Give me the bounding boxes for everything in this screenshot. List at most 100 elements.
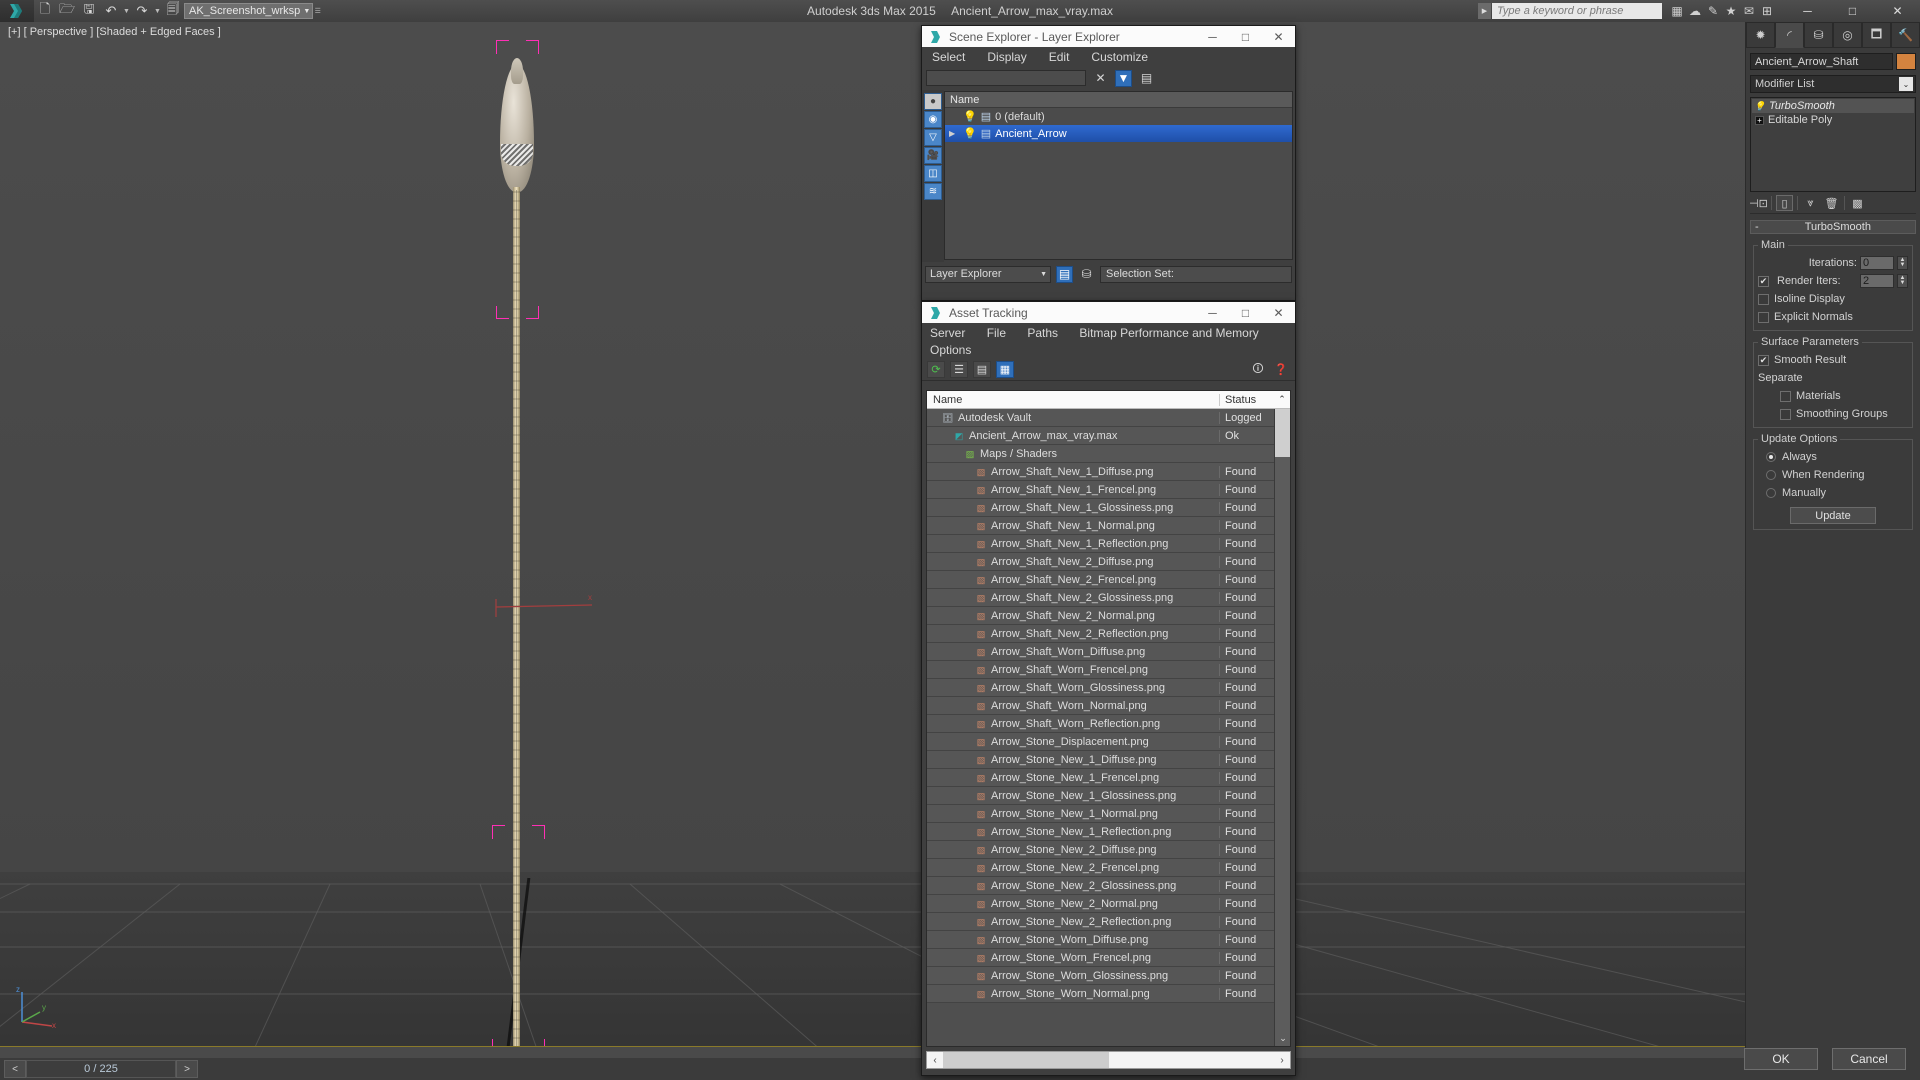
menu-edit[interactable]: Edit: [1049, 50, 1070, 64]
scrollbar-thumb[interactable]: [1275, 409, 1290, 457]
asset-table-row[interactable]: ▧ Arrow_Shaft_Worn_Normal.png Found: [927, 697, 1290, 715]
minimize-button[interactable]: ─: [1785, 0, 1830, 22]
smoothing-groups-checkbox[interactable]: [1780, 408, 1791, 420]
redo-dropdown-icon[interactable]: ▼: [153, 1, 162, 21]
ancient-arrow-model[interactable]: [480, 32, 550, 1058]
explicit-normals-row[interactable]: Explicit Normals: [1758, 309, 1908, 325]
plus-box-icon[interactable]: +: [1755, 115, 1764, 125]
column-name[interactable]: Name: [927, 394, 1219, 406]
modifier-stack[interactable]: 💡 TurboSmooth + Editable Poly: [1750, 97, 1916, 192]
rollout-collapse-icon[interactable]: -: [1755, 221, 1759, 233]
expand-arrow-icon[interactable]: ▶: [949, 129, 959, 138]
next-frame-button[interactable]: >: [176, 1060, 198, 1078]
asset-table-row[interactable]: ▧ Arrow_Shaft_New_2_Glossiness.png Found: [927, 589, 1290, 607]
workspace-icon[interactable]: ▦: [1668, 1, 1686, 21]
menu-select[interactable]: Select: [932, 50, 965, 64]
redo-icon[interactable]: ↷: [131, 1, 153, 21]
asset-table-row[interactable]: ▧ Arrow_Shaft_New_2_Reflection.png Found: [927, 625, 1290, 643]
scene-explorer-row-selected[interactable]: ▶ 💡 ▤ Ancient_Arrow: [945, 125, 1292, 142]
modifier-stack-item-editable-poly[interactable]: + Editable Poly: [1752, 113, 1914, 127]
scene-explorer-list[interactable]: Name 💡 ▤ 0 (default) ▶ 💡 ▤ Ancient_Arrow: [944, 91, 1293, 260]
asset-table-row[interactable]: ▧ Arrow_Stone_New_1_Normal.png Found: [927, 805, 1290, 823]
help-icon[interactable]: ❓: [1272, 361, 1290, 378]
prev-frame-button[interactable]: <: [4, 1060, 26, 1078]
viewport-label[interactable]: [+] [ Perspective ] [Shaded + Edged Face…: [8, 26, 221, 38]
hierarchy-tab[interactable]: ⛁: [1804, 22, 1833, 48]
rollout-header[interactable]: - TurboSmooth: [1750, 220, 1916, 234]
menu-options[interactable]: Options: [930, 343, 971, 357]
light-bulb-icon[interactable]: 💡: [1754, 101, 1765, 112]
asset-tracking-title-bar[interactable]: Asset Tracking ─ □ ✕: [922, 302, 1295, 323]
smooth-result-row[interactable]: ✔ Smooth Result: [1758, 352, 1908, 368]
asset-table-row[interactable]: ◩ Ancient_Arrow_max_vray.max Ok: [927, 427, 1290, 445]
asset-table-row[interactable]: ▧ Arrow_Stone_New_1_Diffuse.png Found: [927, 751, 1290, 769]
render-iters-checkbox[interactable]: ✔: [1758, 275, 1769, 287]
save-icon[interactable]: 🖫: [78, 1, 100, 21]
explicit-normals-checkbox[interactable]: [1758, 311, 1769, 323]
refresh-icon[interactable]: ⟳: [927, 361, 945, 378]
scroll-right-button[interactable]: ›: [1274, 1055, 1290, 1066]
hscrollbar-thumb[interactable]: [943, 1052, 1109, 1068]
radio-always[interactable]: [1766, 452, 1776, 462]
set-project-icon[interactable]: 🗐: [162, 1, 184, 21]
asset-table-row[interactable]: ▧ Arrow_Shaft_New_2_Normal.png Found: [927, 607, 1290, 625]
show-end-result-icon[interactable]: ▯: [1776, 195, 1793, 211]
update-button[interactable]: Update: [1790, 507, 1876, 524]
asset-table-row[interactable]: ▨ Maps / Shaders: [927, 445, 1290, 463]
light-bulb-icon[interactable]: 💡: [963, 110, 977, 123]
layers-icon[interactable]: ▤: [1138, 70, 1155, 87]
isoline-display-row[interactable]: Isoline Display: [1758, 291, 1908, 307]
asset-table-row[interactable]: ▧ Arrow_Stone_New_2_Glossiness.png Found: [927, 877, 1290, 895]
undo-dropdown-icon[interactable]: ▼: [122, 1, 131, 21]
asset-table-row[interactable]: ▧ Arrow_Shaft_New_2_Frencel.png Found: [927, 571, 1290, 589]
cancel-button[interactable]: Cancel: [1832, 1048, 1906, 1070]
maximize-button[interactable]: □: [1229, 26, 1262, 47]
frame-counter[interactable]: 0 / 225: [26, 1060, 176, 1078]
asset-table-row[interactable]: ▧ Arrow_Shaft_Worn_Frencel.png Found: [927, 661, 1290, 679]
shapes-filter-icon[interactable]: ◉: [924, 111, 942, 128]
update-option-manually[interactable]: Manually: [1758, 485, 1908, 501]
remove-modifier-icon[interactable]: 🗑: [1823, 195, 1840, 211]
timeline-track-bar[interactable]: [0, 1046, 1745, 1058]
help-icon[interactable]: ✎: [1704, 1, 1722, 21]
menu-paths[interactable]: Paths: [1027, 326, 1058, 340]
scroll-left-button[interactable]: ‹: [927, 1055, 943, 1066]
asset-table-row[interactable]: ▧ Arrow_Stone_New_2_Frencel.png Found: [927, 859, 1290, 877]
grid-view-icon[interactable]: ▦: [996, 361, 1014, 378]
configure-sets-icon[interactable]: ▩: [1849, 195, 1866, 211]
autodesk-360-icon[interactable]: ☁: [1686, 1, 1704, 21]
asset-table-row[interactable]: ▧ Arrow_Shaft_New_2_Diffuse.png Found: [927, 553, 1290, 571]
smooth-result-checkbox[interactable]: ✔: [1758, 354, 1769, 366]
search-input[interactable]: Type a keyword or phrase: [1492, 3, 1662, 19]
lights-filter-icon[interactable]: ▽: [924, 129, 942, 146]
explorer-mode-dropdown[interactable]: Layer Explorer ▼: [925, 265, 1051, 283]
materials-row[interactable]: Materials: [1758, 388, 1908, 404]
utilities-tab[interactable]: 🔨: [1891, 22, 1920, 48]
materials-checkbox[interactable]: [1780, 390, 1791, 402]
asset-table-row[interactable]: ▧ Arrow_Stone_New_2_Diffuse.png Found: [927, 841, 1290, 859]
render-iters-spinner[interactable]: ▲ ▼: [1897, 274, 1908, 288]
asset-table-row[interactable]: ▧ Arrow_Shaft_New_1_Normal.png Found: [927, 517, 1290, 535]
maximize-button[interactable]: □: [1229, 302, 1262, 323]
scene-explorer-search-input[interactable]: [926, 70, 1086, 86]
undo-icon[interactable]: ↶: [100, 1, 122, 21]
minimize-button[interactable]: ─: [1196, 302, 1229, 323]
open-file-icon[interactable]: 🗁: [56, 1, 78, 21]
modifier-list-dropdown[interactable]: Modifier List ⌄: [1750, 75, 1916, 93]
create-tab[interactable]: ✹: [1746, 22, 1775, 48]
ok-button[interactable]: OK: [1744, 1048, 1818, 1070]
menu-server[interactable]: Server: [930, 326, 965, 340]
close-button[interactable]: ✕: [1262, 302, 1295, 323]
clear-x-icon[interactable]: ✕: [1092, 70, 1109, 87]
add-help-icon[interactable]: 🛈: [1249, 361, 1267, 378]
asset-table-vertical-scrollbar[interactable]: ⌄: [1274, 409, 1290, 1046]
quick-access-more-icon[interactable]: ☰: [313, 1, 322, 21]
object-name-field[interactable]: Ancient_Arrow_Shaft: [1750, 53, 1893, 70]
render-iters-field[interactable]: 2: [1860, 274, 1894, 288]
selection-set-field[interactable]: Selection Set:: [1100, 265, 1292, 283]
helpers-filter-icon[interactable]: ◫: [924, 165, 942, 182]
layer-mode-icon[interactable]: ▤: [1056, 265, 1073, 283]
menu-display[interactable]: Display: [987, 50, 1026, 64]
asset-table-row[interactable]: ▧ Arrow_Shaft_New_1_Frencel.png Found: [927, 481, 1290, 499]
asset-table-row[interactable]: ▧ Arrow_Stone_New_2_Normal.png Found: [927, 895, 1290, 913]
